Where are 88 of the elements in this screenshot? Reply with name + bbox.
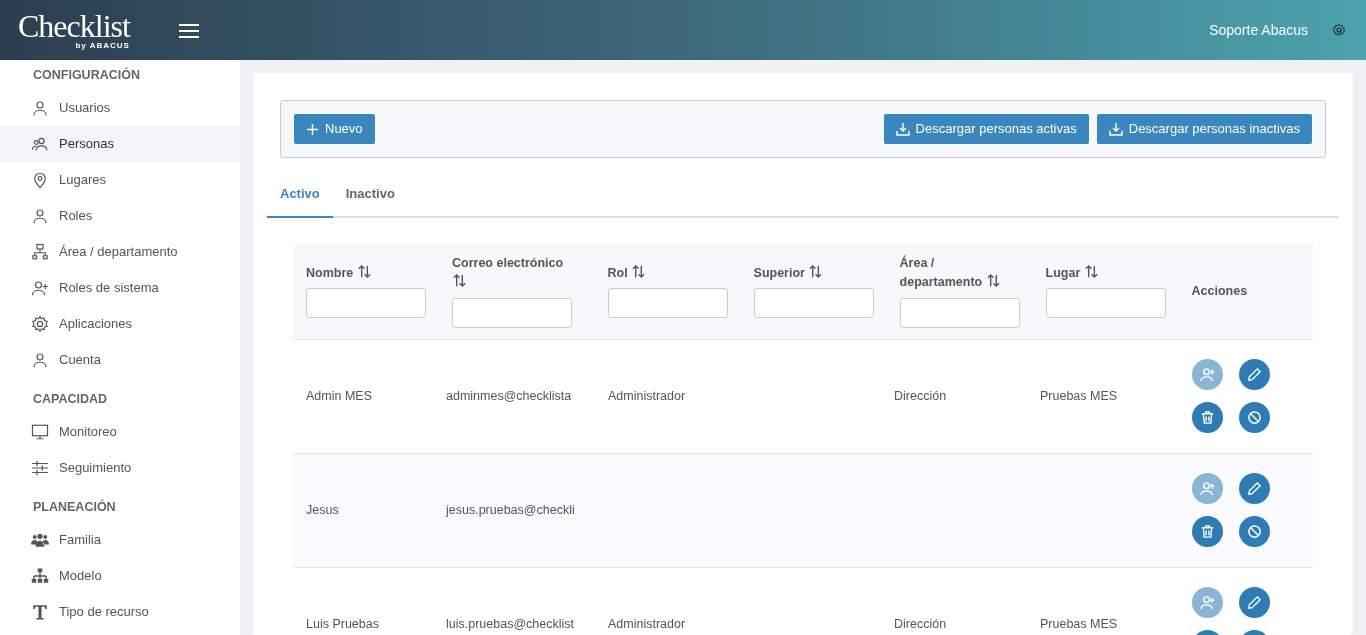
prohibited-icon bbox=[1247, 410, 1262, 425]
person-plus-icon bbox=[31, 279, 49, 297]
column-header[interactable]: Correo electrónico bbox=[452, 254, 582, 292]
table-cell-text: Admin MES bbox=[306, 387, 372, 405]
hierarchy-icon bbox=[31, 243, 49, 261]
prohibited-icon bbox=[1247, 524, 1262, 539]
add-person-icon bbox=[1200, 481, 1215, 496]
trash-icon bbox=[1200, 410, 1215, 425]
delete-button[interactable] bbox=[1192, 402, 1223, 433]
people-icon bbox=[31, 135, 49, 153]
sidebar-item[interactable]: Aplicaciones bbox=[0, 306, 240, 342]
letter-t-icon bbox=[31, 603, 49, 621]
sidebar-item[interactable]: Usuarios bbox=[0, 90, 240, 126]
edit-button[interactable] bbox=[1239, 587, 1270, 618]
sidebar-item[interactable]: Tipo de recurso bbox=[0, 594, 240, 630]
edit-button[interactable] bbox=[1239, 473, 1270, 504]
delete-button[interactable] bbox=[1192, 516, 1223, 547]
column-header[interactable]: Lugar bbox=[1045, 263, 1166, 283]
table-cell-text: Pruebas MES bbox=[1040, 615, 1118, 633]
sort-icon[interactable] bbox=[1083, 263, 1099, 279]
column-header[interactable]: Superior bbox=[753, 263, 874, 283]
sort-icon[interactable] bbox=[631, 263, 647, 279]
section-heading: CAPACIDAD bbox=[32, 390, 109, 408]
table-cell-text: luis.pruebas@checklist bbox=[446, 615, 575, 633]
filter-input[interactable] bbox=[1045, 288, 1166, 319]
sidebar-item[interactable]: Modelo bbox=[0, 558, 240, 594]
download-icon bbox=[1108, 122, 1123, 136]
section-heading: CONFIGURACIÓN bbox=[32, 66, 141, 84]
person-icon bbox=[31, 99, 49, 117]
new-button[interactable]: Nuevo bbox=[294, 114, 375, 144]
group-icon bbox=[31, 531, 49, 549]
table-cell-text: Pruebas MES bbox=[1040, 387, 1118, 405]
section-heading: PLANEACIÓN bbox=[32, 498, 117, 516]
sidebar-item[interactable]: Roles bbox=[0, 198, 240, 234]
column-header[interactable]: Nombre bbox=[306, 263, 426, 283]
download-button[interactable]: Descargar personas inactivas bbox=[1096, 114, 1312, 144]
filter-input[interactable] bbox=[607, 288, 728, 319]
pencil-icon bbox=[1247, 595, 1262, 610]
table-cell-text: jesus.pruebas@checkli bbox=[446, 501, 575, 519]
trash-icon bbox=[1200, 524, 1215, 539]
download-icon bbox=[895, 122, 910, 136]
add-person-icon bbox=[1200, 595, 1215, 610]
filter-input[interactable] bbox=[899, 297, 1020, 328]
sidebar-item[interactable]: Familia bbox=[0, 522, 240, 558]
sitemap-icon bbox=[31, 567, 49, 585]
sidebar-item[interactable]: Cuenta bbox=[0, 342, 240, 378]
block-button[interactable] bbox=[1239, 516, 1270, 547]
sidebar-item[interactable]: Área / departamento bbox=[0, 234, 240, 270]
logo-text: Checklist bbox=[18, 10, 130, 41]
column-header[interactable]: Acciones bbox=[1191, 281, 1300, 301]
table-cell-text: Luis Pruebas bbox=[306, 615, 379, 633]
table-cell-text: Administrador bbox=[608, 615, 686, 633]
sort-icon[interactable] bbox=[356, 263, 372, 279]
column-header[interactable]: Rol bbox=[607, 263, 728, 283]
sliders-icon bbox=[31, 459, 49, 477]
add-person-icon bbox=[1200, 367, 1215, 382]
table-cell-text: adminmes@checklista bbox=[446, 387, 572, 405]
logo-subtitle: by ABACUS bbox=[74, 40, 130, 50]
tab[interactable]: Inactivo bbox=[332, 172, 408, 218]
edit-button[interactable] bbox=[1239, 359, 1270, 390]
location-pin-icon bbox=[31, 171, 49, 189]
filter-input[interactable] bbox=[306, 288, 426, 319]
sort-icon[interactable] bbox=[985, 273, 1001, 288]
filter-input[interactable] bbox=[452, 297, 572, 328]
sidebar-item[interactable]: Seguimiento bbox=[0, 450, 240, 486]
download-button[interactable]: Descargar personas activas bbox=[883, 114, 1089, 144]
table-cell-text: Dirección bbox=[894, 615, 947, 633]
table-cell-text: Dirección bbox=[894, 387, 947, 405]
tab[interactable]: Activo bbox=[267, 172, 333, 218]
sidebar-item[interactable]: Roles de sistema bbox=[0, 270, 240, 306]
filter-input[interactable] bbox=[753, 288, 874, 319]
person-icon bbox=[31, 207, 49, 225]
sidebar-item[interactable]: Monitoreo bbox=[0, 414, 240, 450]
pencil-icon bbox=[1247, 481, 1262, 496]
sidebar-item[interactable]: Personas bbox=[0, 126, 240, 162]
column-header[interactable]: Área / departamento bbox=[899, 254, 1020, 292]
sort-icon[interactable] bbox=[452, 273, 467, 288]
sort-icon[interactable] bbox=[808, 263, 824, 279]
settings-icon[interactable] bbox=[1332, 23, 1346, 37]
pencil-icon bbox=[1247, 367, 1262, 382]
plus-icon bbox=[306, 122, 319, 136]
block-button[interactable] bbox=[1239, 402, 1270, 433]
sidebar-item[interactable]: Lugares bbox=[0, 162, 240, 198]
person-icon bbox=[31, 351, 49, 369]
gear-icon bbox=[31, 315, 49, 333]
monitor-icon bbox=[31, 423, 49, 441]
table-cell-text: Administrador bbox=[608, 387, 686, 405]
table-cell-text: Jesus bbox=[306, 501, 339, 519]
